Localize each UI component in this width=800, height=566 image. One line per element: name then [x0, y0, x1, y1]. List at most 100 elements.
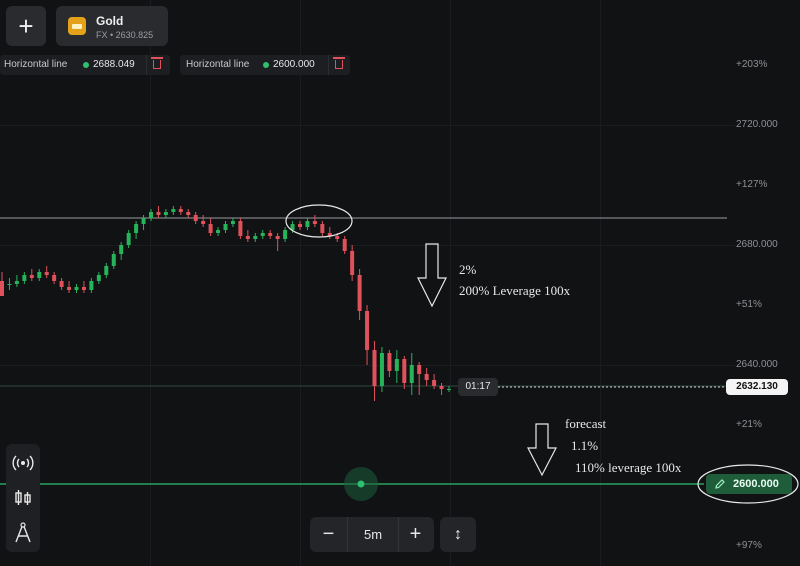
candle-body [245, 236, 250, 239]
add-button[interactable]: + [6, 6, 46, 46]
candle-body [402, 359, 407, 383]
candle-body [0, 281, 4, 296]
timeframe-control: − 5m + [310, 517, 434, 552]
candle-body [342, 239, 347, 251]
axis-label-price: 2720.000 [736, 119, 778, 130]
candle-body [119, 245, 124, 254]
candle-body [223, 224, 228, 230]
annotation-percent: 2% [459, 262, 477, 277]
axis-label-price: 2680.000 [736, 239, 778, 250]
candle-body [439, 386, 444, 389]
candle-body [44, 272, 49, 275]
candle-body [74, 287, 79, 290]
candle-body [208, 224, 213, 233]
candle-body [163, 212, 168, 215]
resize-chart-button[interactable]: ↕ [440, 517, 476, 552]
drawing-tool-button[interactable] [6, 516, 40, 550]
forecast-arrow-annotation [527, 423, 557, 477]
candle-body [409, 365, 414, 383]
candle-body [14, 281, 19, 284]
candle-body [260, 233, 265, 236]
annotation-forecast-percent: 1.1% [571, 438, 599, 453]
candle-body [357, 275, 362, 311]
horizontal-line-tag-upper[interactable]: Horizontal line 2688.049 [0, 55, 170, 75]
asset-price: FX • 2630.825 [96, 30, 154, 40]
horizontal-line-value: 2600.000 [273, 59, 315, 70]
axis-label-percent: +51% [736, 299, 762, 310]
candle-body [216, 230, 221, 233]
candle-body [81, 287, 86, 290]
candles-group [0, 206, 451, 401]
order-price-value: 2600.000 [733, 478, 779, 490]
candle-body [305, 221, 310, 227]
order-drag-handle[interactable] [357, 480, 365, 488]
candle-body [394, 359, 399, 371]
candle-body [171, 209, 176, 212]
axis-label-percent: +21% [736, 419, 762, 430]
candle-body [417, 365, 422, 374]
candle-body [193, 215, 198, 221]
drawing-icon [15, 522, 31, 543]
current-price-badge: 2632.130 [726, 379, 788, 395]
signals-tool-button[interactable] [6, 446, 40, 480]
candle-body [424, 374, 429, 380]
status-dot [83, 62, 89, 68]
candle-body [298, 224, 302, 227]
candle-body [275, 236, 280, 239]
candle-body [126, 233, 131, 245]
candle-body [387, 353, 392, 371]
order-price-badge[interactable]: 2600.000 [706, 474, 792, 494]
candle-body [312, 221, 317, 224]
candle-body [253, 236, 258, 239]
horizontal-line-label: Horizontal line [186, 59, 250, 70]
candle-body [230, 221, 235, 224]
candle-body [134, 224, 139, 233]
zoom-in-button[interactable]: + [397, 517, 434, 552]
candle-body [111, 254, 116, 266]
candle-body [149, 212, 153, 218]
candle-body [201, 221, 206, 224]
zoom-out-button[interactable]: − [310, 517, 347, 552]
candle-body [29, 275, 34, 278]
candle-timer: 01:17 [458, 378, 498, 396]
horizontal-line-label: Horizontal line [4, 59, 68, 70]
pencil-icon[interactable] [714, 478, 726, 490]
candle-body [96, 275, 101, 281]
axis-label-percent: +203% [736, 59, 768, 70]
delete-line-button[interactable] [328, 55, 349, 75]
candle-body [320, 224, 325, 233]
candle-body [335, 236, 340, 239]
candle-body [7, 284, 12, 285]
gold-bar-icon [68, 17, 86, 35]
horizontal-line-value: 2688.049 [93, 59, 135, 70]
trash-icon [151, 57, 163, 69]
candle-body [141, 218, 146, 224]
candle-body [238, 221, 243, 236]
status-dot [263, 62, 269, 68]
axis-label-price: 2640.000 [736, 359, 778, 370]
candle-body [365, 311, 370, 350]
candle-body [268, 233, 273, 236]
asset-selector[interactable]: Gold FX • 2630.825 [56, 6, 168, 46]
candle-body [178, 209, 183, 212]
candle-body [52, 275, 57, 281]
candle-body [22, 275, 27, 281]
candle-body [447, 389, 451, 390]
axis-label-percent: +127% [736, 179, 768, 190]
candle-body [186, 212, 191, 215]
delete-line-button[interactable] [146, 55, 167, 75]
broadcast-icon [12, 455, 34, 471]
candle-body [432, 380, 437, 386]
candle-body [104, 266, 109, 275]
peak-ellipse-annotation [285, 204, 353, 238]
candle-body [37, 272, 42, 278]
horizontal-line-tag-lower[interactable]: Horizontal line 2600.000 [180, 55, 350, 75]
candle-body [283, 230, 288, 239]
timeframe-value[interactable]: 5m [347, 517, 399, 552]
axis-label-percent: +97% [736, 540, 762, 551]
chart-type-button[interactable] [6, 481, 40, 515]
price-chart[interactable] [0, 0, 800, 566]
candle-body [379, 353, 384, 386]
candle-body [156, 212, 161, 215]
annotation-leverage: 200% Leverage 100x [459, 283, 571, 298]
